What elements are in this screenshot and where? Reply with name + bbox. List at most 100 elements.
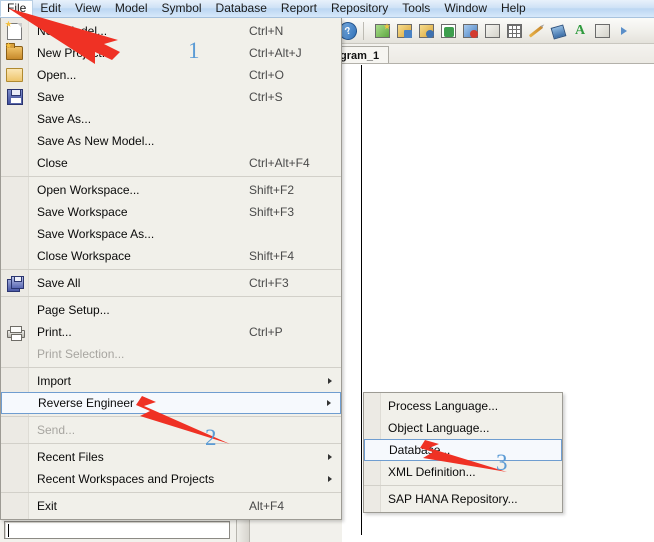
rectangle-shape-icon[interactable] — [482, 21, 502, 41]
menu-item-page-setup[interactable]: Page Setup... — [1, 299, 341, 321]
menu-item-exit[interactable]: Exit Alt+F4 — [1, 495, 341, 517]
menubar-label: Report — [280, 1, 317, 15]
menu-item-close[interactable]: Close Ctrl+Alt+F4 — [1, 152, 341, 174]
submenu-item-sap-hana-repository[interactable]: SAP HANA Repository... — [364, 488, 562, 510]
submenu-item-label: Process Language... — [388, 398, 499, 413]
submenu-item-label: SAP HANA Repository... — [388, 491, 518, 506]
menu-item-shortcut: Alt+F4 — [249, 498, 285, 513]
new-project-icon — [5, 42, 23, 60]
folder-search-icon[interactable] — [416, 21, 436, 41]
menu-item-send: Send... — [1, 419, 341, 441]
menu-item-save-all[interactable]: Save All Ctrl+F3 — [1, 272, 341, 294]
menu-item-label: Open Workspace... — [37, 182, 140, 197]
refresh-icon[interactable] — [438, 21, 458, 41]
menu-item-icon-slot — [1, 108, 28, 130]
menu-item-label: Save Workspace — [37, 204, 128, 219]
menu-item-icon-slot — [1, 272, 28, 294]
menu-item-close-workspace[interactable]: Close Workspace Shift+F4 — [1, 245, 341, 267]
menu-item-shortcut: Ctrl+Alt+J — [249, 45, 302, 60]
menubar-item-report[interactable]: Report — [274, 0, 324, 17]
menu-item-shortcut: Ctrl+O — [249, 67, 285, 82]
menubar-item-window[interactable]: Window — [437, 0, 494, 17]
chevron-right-icon — [328, 476, 332, 482]
text-caret — [8, 524, 9, 537]
menu-item-icon-slot — [1, 86, 28, 108]
fill-bucket-icon[interactable] — [548, 21, 568, 41]
menu-item-save[interactable]: Save Ctrl+S — [1, 86, 341, 108]
menu-item-save-workspace[interactable]: Save Workspace Shift+F3 — [1, 201, 341, 223]
grid-icon[interactable] — [504, 21, 524, 41]
menubar-item-help[interactable]: Help — [494, 0, 533, 17]
menu-item-label: Open... — [37, 67, 77, 82]
submenu-item-label: Object Language... — [388, 420, 490, 435]
next-arrow-icon[interactable] — [614, 21, 634, 41]
bottom-scrollbar[interactable] — [236, 518, 250, 542]
chevron-right-icon — [328, 454, 332, 460]
menu-item-label: Recent Workspaces and Projects — [37, 471, 215, 486]
menu-item-label: Reverse Engineer — [38, 395, 135, 410]
submenu-item-database[interactable]: Database... — [364, 439, 562, 461]
menubar-label: View — [75, 1, 101, 15]
menu-item-icon-slot — [1, 179, 28, 201]
menubar-item-edit[interactable]: Edit — [33, 0, 68, 17]
menu-item-shortcut: Shift+F3 — [249, 204, 295, 219]
pencil-icon[interactable] — [526, 21, 546, 41]
menu-item-label: Import — [37, 373, 72, 388]
menubar-label: Repository — [330, 1, 389, 15]
menubar-item-database[interactable]: Database — [209, 0, 274, 17]
menu-item-reverse-engineer[interactable]: Reverse Engineer — [1, 392, 341, 414]
menubar-item-model[interactable]: Model — [108, 0, 155, 17]
chevron-right-icon — [327, 400, 331, 406]
bottom-text-field[interactable] — [4, 521, 230, 539]
menu-item-print[interactable]: Print... Ctrl+P — [1, 321, 341, 343]
menubar-item-file[interactable]: File — [0, 0, 34, 17]
menubar-label: Window — [444, 1, 487, 15]
menu-item-import[interactable]: Import — [1, 370, 341, 392]
menu-item-save-as-new-model[interactable]: Save As New Model... — [1, 130, 341, 152]
menu-item-label: Send... — [37, 422, 76, 437]
menu-item-icon-slot — [1, 20, 28, 42]
menu-item-label: Save — [37, 89, 65, 104]
submenu-item-object-language[interactable]: Object Language... — [364, 417, 562, 439]
font-color-icon[interactable]: A — [570, 21, 590, 41]
menu-item-shortcut: Ctrl+Alt+F4 — [249, 155, 310, 170]
menu-item-shortcut: Ctrl+N — [249, 23, 284, 38]
tab-label: gram_1 — [340, 50, 380, 62]
menu-item-shortcut: Ctrl+F3 — [249, 275, 289, 290]
menu-item-icon-slot — [1, 321, 28, 343]
menu-item-recent-workspaces-and-projects[interactable]: Recent Workspaces and Projects — [1, 468, 341, 490]
menubar-label: Symbol — [161, 1, 202, 15]
menu-item-label: Save As... — [37, 111, 92, 126]
menubar-label: Database — [215, 1, 267, 15]
new-diagram-icon[interactable] — [372, 21, 392, 41]
save-all-icon — [6, 275, 24, 292]
new-model-icon — [5, 20, 22, 40]
menu-item-shortcut: Ctrl+P — [249, 324, 283, 339]
menu-item-save-workspace-as[interactable]: Save Workspace As... — [1, 223, 341, 245]
package-icon[interactable] — [394, 21, 414, 41]
open-folder-icon — [6, 68, 23, 82]
export-icon[interactable] — [592, 21, 612, 41]
menu-item-new-project[interactable]: New Project... Ctrl+Alt+J — [1, 42, 341, 64]
menubar-item-symbol[interactable]: Symbol — [155, 0, 209, 17]
menu-item-label: Save As New Model... — [37, 133, 155, 148]
menu-item-save-as[interactable]: Save As... — [1, 108, 341, 130]
menu-item-open-workspace[interactable]: Open Workspace... Shift+F2 — [1, 179, 341, 201]
menu-item-shortcut: Shift+F2 — [249, 182, 295, 197]
check-document-icon[interactable] — [460, 21, 480, 41]
menu-item-new-model[interactable]: New Model... Ctrl+N — [1, 20, 341, 42]
menu-item-label: Save All — [37, 275, 81, 290]
submenu-item-label: XML Definition... — [388, 464, 476, 479]
menubar-item-view[interactable]: View — [68, 0, 108, 17]
menu-item-open[interactable]: Open... Ctrl+O — [1, 64, 341, 86]
save-floppy-icon — [6, 89, 23, 105]
file-menu-popup: New Model... Ctrl+N New Project... Ctrl+Alt… — [0, 18, 342, 520]
menu-item-recent-files[interactable]: Recent Files — [1, 446, 341, 468]
menubar-item-tools[interactable]: Tools — [395, 0, 437, 17]
submenu-item-process-language[interactable]: Process Language... — [364, 395, 562, 417]
annotation-number-3: 3 — [496, 450, 508, 475]
submenu-item-xml-definition[interactable]: XML Definition... — [364, 461, 562, 483]
menu-item-icon-slot — [1, 370, 28, 392]
menu-item-shortcut: Ctrl+S — [249, 89, 283, 104]
menubar-item-repository[interactable]: Repository — [324, 0, 395, 17]
